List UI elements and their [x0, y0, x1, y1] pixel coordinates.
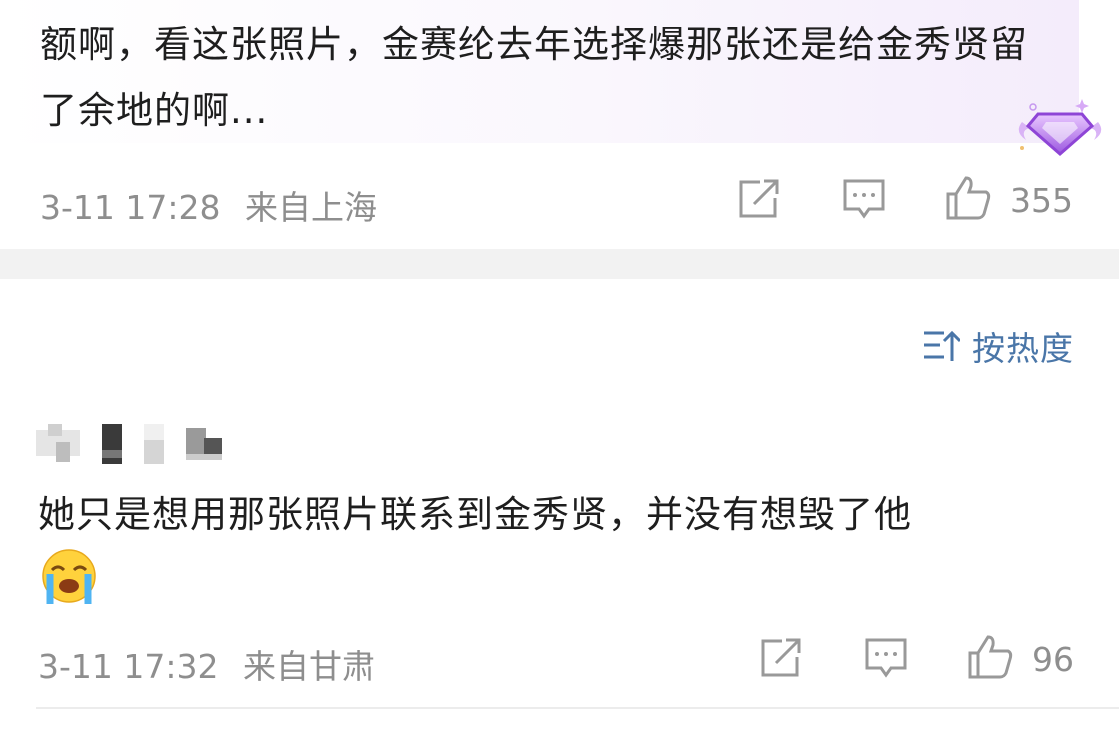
- share-icon[interactable]: [736, 178, 782, 220]
- comment-1-time: 3-11 17:28: [40, 188, 221, 227]
- username-blur-block: [186, 428, 222, 460]
- comment-1-like-count: 355: [1010, 181, 1073, 220]
- section-divider: [0, 249, 1119, 279]
- comment-icon[interactable]: [842, 178, 886, 220]
- username-blur-block: [144, 424, 164, 464]
- sort-label: 按热度: [972, 329, 1074, 368]
- comment-2-like-count: 96: [1032, 640, 1074, 679]
- comment-icon[interactable]: [864, 637, 908, 679]
- share-icon[interactable]: [758, 637, 804, 679]
- comment-1-location: 来自上海: [245, 188, 377, 227]
- username-blur-block: [36, 424, 80, 462]
- crying-face-emoji-icon: [42, 549, 96, 604]
- sort-icon: [924, 330, 960, 361]
- username-blur-block: [102, 424, 122, 464]
- bottom-divider: [36, 707, 1119, 709]
- comment-2-text: 她只是想用那张照片联系到金秀贤，并没有想毁了他: [38, 493, 912, 536]
- like-icon[interactable]: [944, 174, 992, 220]
- like-icon[interactable]: [966, 633, 1014, 679]
- comment-1-meta: 3-11 17:28 来自上海: [40, 181, 377, 229]
- comment-2-location: 来自甘肃: [243, 647, 375, 686]
- comment-2-time: 3-11 17:32: [38, 647, 219, 686]
- username-obscured[interactable]: [36, 424, 222, 464]
- sort-by-hot-button[interactable]: 按热度: [922, 322, 1074, 370]
- diamond-badge-icon: [1018, 99, 1102, 156]
- comment-2-meta: 3-11 17:32 来自甘肃: [38, 640, 375, 688]
- comment-1-text: 额啊，看这张照片，金赛纶去年选择爆那张还是给金秀贤留了余地的啊...: [40, 23, 1028, 132]
